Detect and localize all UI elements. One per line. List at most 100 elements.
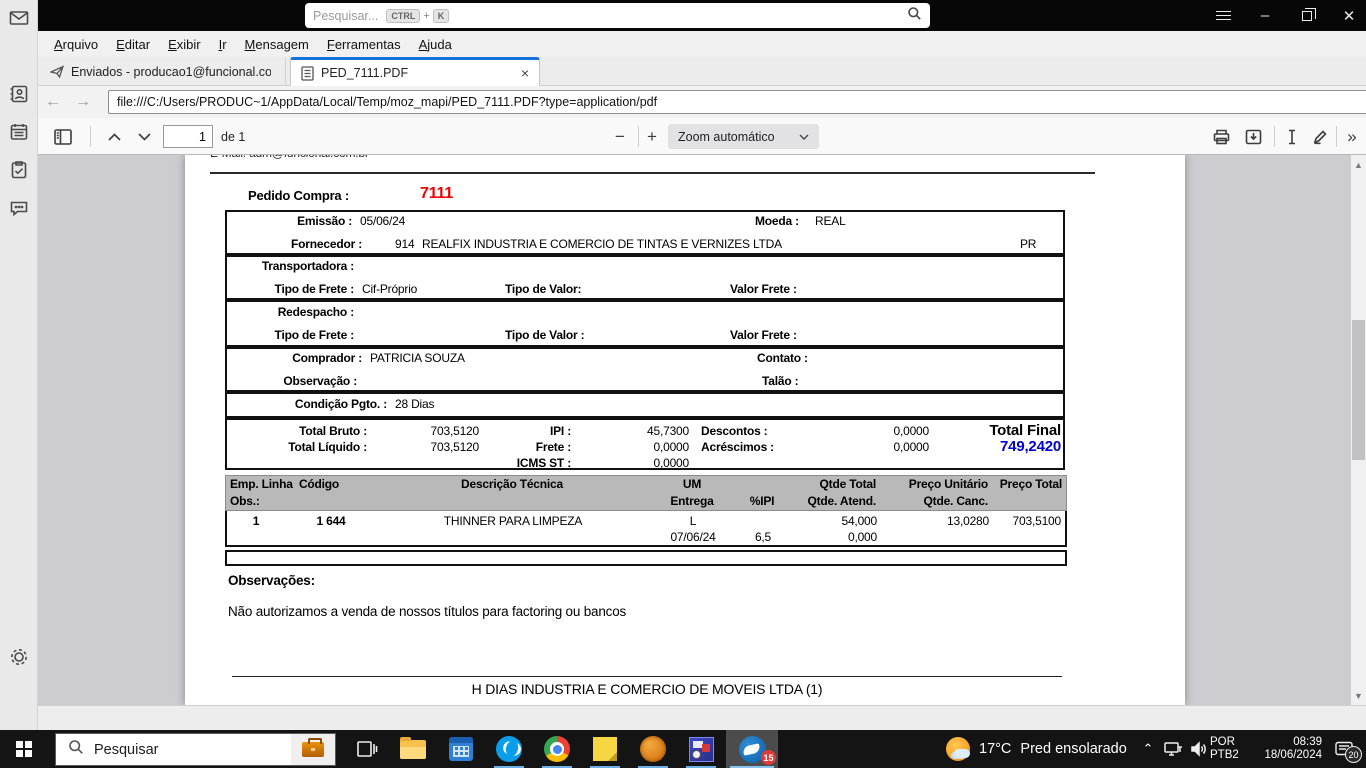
header-preco-unitario: Preço Unitário [880, 476, 992, 493]
skype-icon[interactable] [486, 730, 532, 768]
navigation-bar: ← → [38, 86, 1366, 118]
search-icon[interactable] [907, 6, 922, 26]
draw-tool[interactable] [1308, 124, 1332, 149]
weather-widget[interactable]: 17°C Pred ensolarado [938, 730, 1138, 768]
taskbar-search[interactable]: Pesquisar [55, 733, 336, 766]
tipo-frete-value: Cif-Próprio [362, 282, 417, 296]
url-input[interactable] [108, 90, 1366, 114]
frete-label: Frete : [479, 439, 571, 455]
zoom-select[interactable]: Zoom automático [668, 124, 819, 149]
plus-separator: + [423, 10, 429, 22]
restore-icon [1302, 11, 1312, 21]
chat-space-icon[interactable] [9, 198, 29, 218]
thunderbird-icon[interactable]: 15 [726, 730, 778, 768]
menu-exibir[interactable]: Exibir [160, 34, 209, 55]
restore-button[interactable] [1290, 0, 1324, 31]
app-menu-button[interactable] [1206, 0, 1240, 31]
icms-st-value: 0,0000 [571, 455, 689, 471]
header-ipi: %IPI [736, 493, 788, 510]
item-ipi: 6,5 [737, 529, 789, 545]
network-icon[interactable] [1160, 730, 1186, 768]
previous-page-button[interactable] [102, 124, 126, 149]
zoom-in-button[interactable]: + [640, 124, 664, 149]
items-table-row: 1 1 644 THINNER PARA LIMPEZA L 54,000 13… [225, 511, 1067, 547]
vertical-scrollbar[interactable]: ▲ ▼ [1351, 155, 1366, 705]
title-search-bar: Pesquisar... CTRL + K – ✕ [38, 0, 1366, 31]
start-button[interactable] [0, 730, 48, 768]
desktop: Pesquisar... CTRL + K – ✕ Arquivo Editar… [0, 0, 1366, 768]
print-button[interactable] [1208, 124, 1234, 149]
close-button[interactable]: ✕ [1332, 0, 1366, 31]
time: 08:39 [1293, 736, 1322, 749]
item-descricao: THINNER PARA LIMPEZA [377, 513, 649, 529]
footer-company: H DIAS INDUSTRIA E COMERCIO DE MOVEIS LT… [232, 681, 1062, 697]
redespacho-label: Redespacho : [227, 305, 354, 319]
download-button[interactable] [1240, 124, 1266, 149]
tab-pdf-active[interactable]: PED_7111.PDF × [290, 57, 540, 86]
sticky-notes-icon[interactable] [582, 730, 628, 768]
next-page-button[interactable] [132, 124, 156, 149]
minimize-button[interactable]: – [1248, 0, 1282, 31]
k-key-badge: K [433, 9, 450, 23]
search-highlight-button[interactable] [291, 734, 335, 765]
pdf-viewer: E-Mail: adm@funcional.com.br Pedido Comp… [38, 155, 1351, 705]
search-placeholder: Pesquisar... [313, 9, 378, 23]
footer-divider [232, 676, 1062, 677]
language-indicator[interactable]: POR PTB2 [1210, 730, 1250, 768]
header-emp-linha-codigo: Emp. Linha Código [226, 476, 376, 493]
fornecedor-nome: REALFIX INDUSTRIA E COMERCIO DE TINTAS E… [422, 237, 782, 251]
menu-ferramentas[interactable]: Ferramentas [319, 34, 409, 55]
file-explorer-icon[interactable] [390, 730, 436, 768]
address-book-icon[interactable] [9, 84, 29, 104]
global-search-input[interactable]: Pesquisar... CTRL + K [305, 3, 930, 28]
date: 18/06/2024 [1264, 749, 1322, 762]
menu-editar[interactable]: Editar [108, 34, 158, 55]
forward-button[interactable]: → [68, 93, 98, 111]
unread-badge: 15 [761, 750, 776, 765]
toolbar-more-button[interactable]: » [1340, 124, 1364, 149]
doc-box-comprador: Comprador : PATRICIA SOUZA Contato : Obs… [225, 347, 1065, 392]
briefcase-icon [302, 742, 324, 757]
calendar-space-icon[interactable] [9, 122, 29, 142]
mail-space-icon[interactable] [9, 8, 29, 28]
item-preco-total: 703,5100 [993, 513, 1065, 529]
pdf-sidebar-toggle[interactable] [50, 124, 76, 149]
calendar-app-icon[interactable] [438, 730, 484, 768]
item-um: L [649, 513, 737, 529]
menu-ir[interactable]: Ir [211, 34, 235, 55]
valor-frete-label: Valor Frete : [730, 282, 797, 296]
task-view-button[interactable] [344, 730, 390, 768]
item-entrega: 07/06/24 [649, 529, 737, 545]
chrome-icon[interactable] [534, 730, 580, 768]
notification-center[interactable]: 20 [1322, 730, 1366, 768]
tab-mail-enviados[interactable]: Enviados - producao1@funcional.com. [40, 57, 286, 86]
menu-ajuda[interactable]: Ajuda [411, 34, 460, 55]
total-bruto-value: 703,5120 [367, 423, 479, 439]
clock[interactable]: 08:39 18/06/2024 [1252, 730, 1322, 768]
settings-gear-icon[interactable] [9, 647, 29, 667]
scroll-down-icon[interactable]: ▼ [1351, 688, 1366, 703]
back-button[interactable]: ← [38, 93, 68, 111]
items-table-empty-row [225, 550, 1067, 566]
menu-mensagem[interactable]: Mensagem [237, 34, 317, 55]
header-um: UM [648, 476, 736, 493]
volume-icon[interactable] [1186, 730, 1212, 768]
weather-description: Pred ensolarado [1020, 741, 1126, 757]
tray-expand-chevron[interactable]: ⌃ [1136, 730, 1160, 768]
menu-arquivo[interactable]: Arquivo [46, 34, 106, 55]
scroll-up-icon[interactable]: ▲ [1351, 157, 1366, 172]
tasks-space-icon[interactable] [9, 160, 29, 180]
page-number-input[interactable] [163, 125, 213, 148]
chevron-down-icon [799, 134, 809, 140]
orange-app-icon[interactable] [630, 730, 676, 768]
text-select-tool[interactable] [1280, 124, 1304, 149]
tab-close-icon[interactable]: × [521, 65, 529, 81]
scrollbar-thumb[interactable] [1352, 320, 1365, 460]
erp-app-icon[interactable] [678, 730, 724, 768]
observacoes-text: Não autorizamos a venda de nossos título… [228, 604, 626, 619]
total-bruto-label: Total Bruto : [227, 423, 367, 439]
cond-pgto-label: Condição Pgto. : [227, 397, 387, 411]
tipo-frete2-label: Tipo de Frete : [227, 328, 354, 342]
zoom-out-button[interactable]: − [608, 124, 632, 149]
transportadora-label: Transportadora : [227, 259, 354, 273]
